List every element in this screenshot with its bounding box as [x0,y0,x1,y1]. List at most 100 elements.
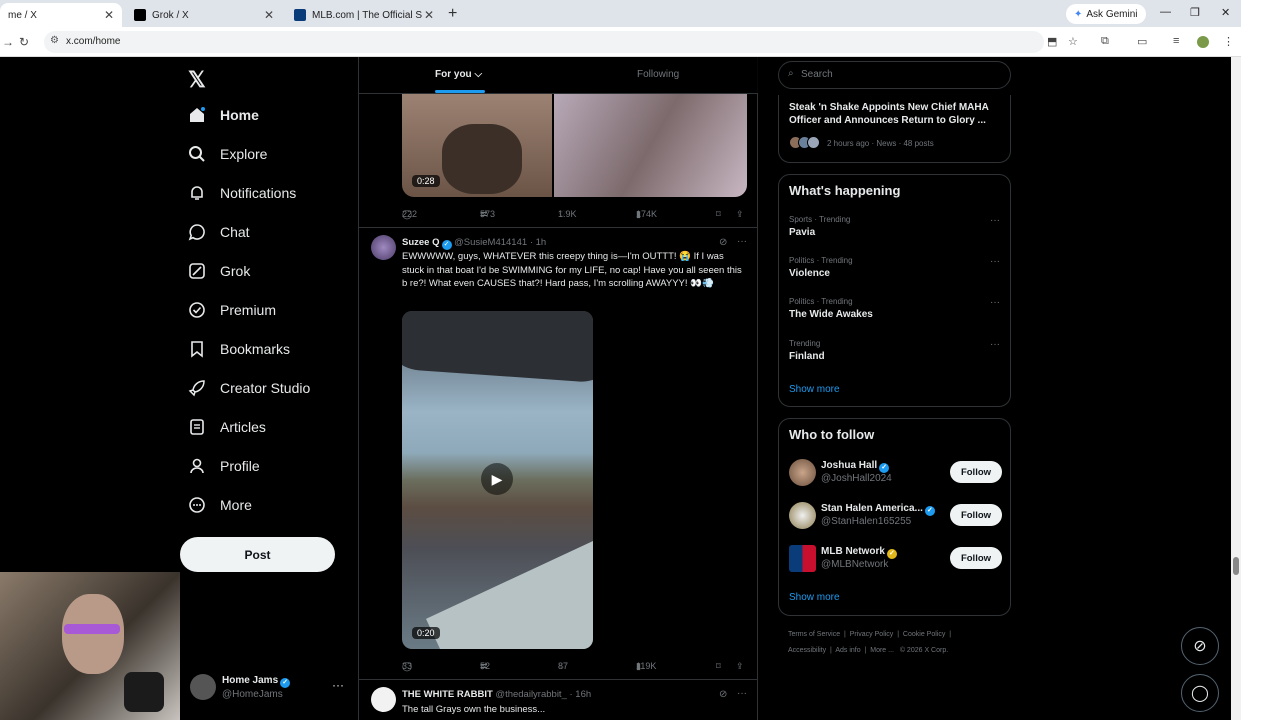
footer-link[interactable]: Privacy Policy [850,631,894,638]
account-name-row: Home Jams ✓ [222,675,291,688]
split-view-icon[interactable]: ▭ [1137,35,1147,48]
trend-context: Trending [789,339,821,348]
nav-more[interactable]: More [188,496,252,514]
more-icon[interactable]: ··· [990,256,1000,267]
new-tab-button[interactable]: + [448,5,457,23]
x-logo-icon[interactable]: 𝕏 [188,67,206,93]
browser-tab-x-home[interactable]: me / X ✕ [0,3,122,27]
avatar[interactable] [371,687,396,712]
nav-creator-studio[interactable]: Creator Studio [188,379,310,397]
author-handle[interactable]: @thedailyrabbit_ [495,689,566,700]
verified-badge-icon: ✓ [280,678,291,688]
tab-following[interactable]: Following [637,69,679,80]
close-tab-icon[interactable]: ✕ [424,8,434,22]
browser-tab-strip: me / X ✕ Grok / X ✕ MLB.com | The Offici… [0,0,1241,27]
restore-icon[interactable]: ❐ [1190,6,1200,19]
messages-fab-icon[interactable]: ◯ [1181,674,1219,712]
page-scrollbar[interactable] [1231,57,1241,720]
footer-link[interactable]: Accessibility [788,647,826,654]
trend-item[interactable]: Sports · Trending Pavia ··· [789,215,1002,238]
tweet-divider [359,227,758,228]
trend-item[interactable]: Politics · Trending The Wide Awakes ··· [789,297,1002,320]
show-more-link[interactable]: Show more [789,592,840,603]
show-more-link[interactable]: Show more [789,384,840,395]
close-window-icon[interactable]: ✕ [1221,6,1230,19]
footer-link[interactable]: Ads info [835,647,860,654]
browser-tab-grok[interactable]: Grok / X ✕ [126,3,282,27]
follow-button[interactable]: Follow [950,461,1002,483]
tab-for-you[interactable]: For you ⌵ [435,69,482,80]
tweet-media[interactable] [402,94,747,197]
play-icon[interactable]: ▶ [481,463,513,495]
footer-link[interactable]: Terms of Service [788,631,840,638]
more-icon[interactable]: ··· [990,339,1000,350]
nav-label: Creator Studio [220,380,311,396]
nav-notifications[interactable]: Notifications [188,184,296,202]
follow-button[interactable]: Follow [950,547,1002,569]
nav-chat[interactable]: Chat [188,223,250,241]
site-info-icon[interactable]: ⚙ [50,35,59,46]
video-frame-right [554,94,747,197]
profile-avatar-icon[interactable] [1197,36,1209,48]
ask-gemini-button[interactable]: ✦ Ask Gemini [1066,4,1146,24]
address-bar[interactable]: ⚙ x.com/home [44,31,1044,53]
footer-link[interactable]: More ... [870,647,894,654]
more-icon[interactable]: ··· [990,215,1000,226]
follow-suggestion[interactable]: MLB Network ✓ @MLBNetwork Follow [789,545,1002,575]
follow-suggestion[interactable]: Joshua Hall ✓ @JoshHall2024 Follow [789,459,1002,489]
extensions-icon[interactable]: ⧉ [1101,35,1109,48]
grok-icon[interactable]: ⊘ [719,689,727,700]
news-headline: Steak 'n Shake Appoints New Chief MAHA O… [789,102,989,126]
search-input[interactable]: ⌕ Search [778,61,1011,89]
avatar[interactable] [371,235,396,260]
x-icon [134,9,146,21]
more-icon[interactable]: ··· [737,236,747,247]
repost-count: 52 [480,661,491,671]
close-tab-icon[interactable]: ✕ [104,8,114,22]
tweet-time[interactable]: · 16h [570,689,592,700]
browser-menu-icon[interactable]: ⋮ [1223,35,1234,48]
account-more-icon[interactable]: ··· [332,678,344,692]
like-count: 87 [558,661,569,671]
tweet-time[interactable]: · 1h [530,237,546,248]
nav-explore[interactable]: Explore [188,145,267,163]
tweet-video[interactable]: ▶ 0:20 [402,311,593,649]
post-button[interactable]: Post [180,537,335,572]
nav-home[interactable]: Home [188,106,259,124]
nav-articles[interactable]: Articles [188,418,266,436]
browser-tab-mlb[interactable]: MLB.com | The Official Site of M ✕ [286,3,442,27]
star-icon[interactable]: ☆ [1068,35,1078,48]
media-icon[interactable]: ≡ [1173,35,1179,47]
trend-item[interactable]: Trending Finland ··· [789,339,1002,362]
follow-button[interactable]: Follow [950,504,1002,526]
whats-happening-card: What's happening Sports · Trending Pavia… [778,174,1011,407]
boat-canopy [402,311,593,385]
grok-icon[interactable]: ⊘ [719,237,727,248]
scrollbar-thumb[interactable] [1233,557,1239,575]
more-icon[interactable]: ··· [737,688,747,699]
nav-premium[interactable]: Premium [188,301,276,319]
tweet-text: EWWWWW, guys, WHATEVER this creepy thing… [402,251,742,289]
author-name[interactable]: Suzee Q [402,237,440,248]
bell-icon [188,184,206,202]
follow-suggestion[interactable]: Stan Halen America... ✓ @StanHalen165255 … [789,502,1002,532]
more-icon[interactable]: ··· [990,297,1000,308]
author-name[interactable]: THE WHITE RABBIT [402,689,493,700]
nav-profile[interactable]: Profile [188,457,260,475]
like-count: 1.9K [558,209,577,219]
forward-icon[interactable]: → [2,35,14,49]
nav-grok[interactable]: Grok [188,262,250,280]
install-app-icon[interactable]: ⬒ [1047,35,1057,48]
trend-item[interactable]: Politics · Trending Violence ··· [789,256,1002,279]
account-switcher[interactable]: Home Jams ✓ @HomeJams ··· [190,672,350,708]
rocket-icon [188,379,206,397]
minimize-icon[interactable]: — [1160,6,1171,18]
trend-name: Pavia [789,227,816,238]
reload-icon[interactable]: ↻ [19,35,29,49]
close-tab-icon[interactable]: ✕ [264,8,274,22]
footer-link[interactable]: Cookie Policy [903,631,945,638]
author-handle[interactable]: @SusieM414141 [454,237,527,248]
grok-fab-icon[interactable]: ⊘ [1181,627,1219,665]
news-card[interactable]: Steak 'n Shake Appoints New Chief MAHA O… [778,95,1011,163]
nav-bookmarks[interactable]: Bookmarks [188,340,290,358]
